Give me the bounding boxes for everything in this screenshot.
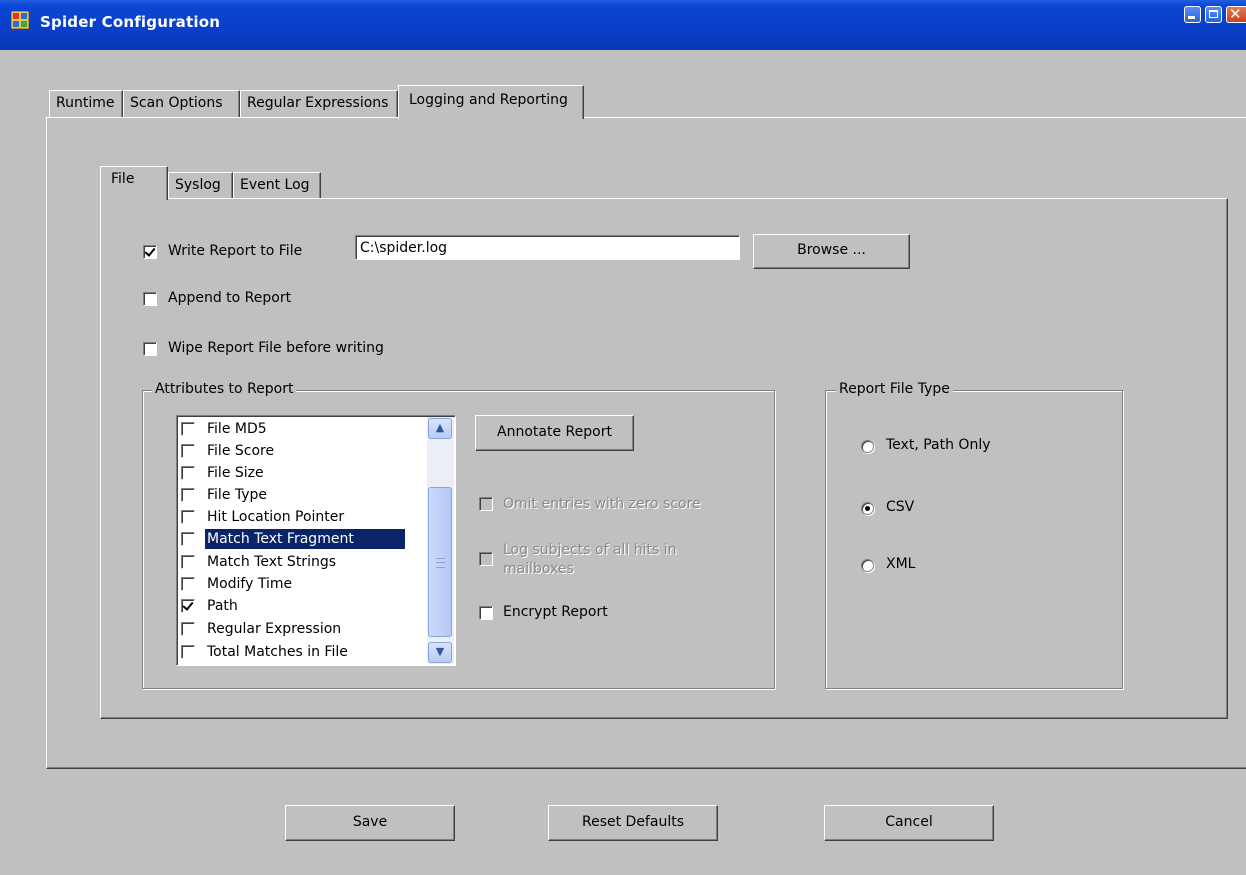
log-subjects-label-line1: Log subjects of all hits in — [503, 542, 677, 558]
list-item[interactable]: Path — [179, 595, 429, 617]
subtab-label: Event Log — [240, 177, 310, 193]
list-item-label: File Type — [207, 487, 268, 503]
list-item-selected[interactable]: Match Text Fragment — [179, 528, 429, 550]
radio-text-path-only-label: Text, Path Only — [886, 437, 991, 453]
list-item[interactable]: File Score — [179, 440, 429, 462]
app-icon — [11, 11, 29, 29]
list-item-checkbox[interactable] — [181, 466, 195, 480]
cancel-button[interactable]: Cancel — [824, 805, 994, 841]
annotate-report-button[interactable]: Annotate Report — [475, 415, 634, 451]
browse-button[interactable]: Browse ... — [753, 234, 910, 269]
list-item-checkbox[interactable] — [181, 555, 195, 569]
list-item-checkbox[interactable] — [181, 622, 195, 636]
subtab-file[interactable]: File — [100, 166, 168, 200]
reset-defaults-button[interactable]: Reset Defaults — [548, 805, 718, 841]
report-file-type-group — [825, 390, 1123, 689]
list-item-checkbox[interactable] — [181, 510, 195, 524]
list-item-label: Match Text Fragment — [205, 529, 405, 549]
radio-text-path-only[interactable] — [861, 440, 874, 453]
list-item-checkbox[interactable] — [181, 444, 195, 458]
append-report-checkbox[interactable] — [143, 292, 157, 306]
list-item[interactable]: Hit Location Pointer — [179, 506, 429, 528]
tab-label: Regular Expressions — [247, 95, 389, 111]
attributes-scrollbar[interactable]: ▲ ▼ — [427, 417, 454, 664]
log-subjects-label-line2: mailboxes — [503, 561, 574, 577]
radio-xml[interactable] — [861, 559, 874, 572]
report-file-type-title: Report File Type — [836, 381, 953, 397]
list-item-checkbox[interactable] — [181, 422, 195, 436]
radio-csv[interactable] — [861, 502, 874, 515]
tab-logging-and-reporting[interactable]: Logging and Reporting — [398, 85, 584, 119]
list-item[interactable]: File Type — [179, 484, 429, 506]
attributes-list[interactable]: File MD5 File Score File Size File Type … — [176, 415, 456, 666]
write-report-label: Write Report to File — [168, 243, 303, 259]
list-item-label: Hit Location Pointer — [207, 509, 345, 525]
list-item[interactable]: Modify Time — [179, 573, 429, 595]
save-button[interactable]: Save — [285, 805, 455, 841]
scroll-up-icon[interactable]: ▲ — [428, 418, 452, 439]
maximize-icon[interactable] — [1205, 6, 1222, 23]
omit-zero-score-label: Omit entries with zero score — [503, 496, 701, 512]
list-item-label: Path — [207, 598, 238, 614]
list-item-label: Total Matches in File — [207, 644, 348, 660]
scrollbar-thumb[interactable] — [428, 487, 452, 637]
subtab-event-log[interactable]: Event Log — [233, 172, 321, 198]
close-icon[interactable]: ✕ — [1226, 5, 1246, 23]
subtab-syslog[interactable]: Syslog — [168, 172, 233, 198]
list-item-label: Regular Expression — [207, 621, 342, 637]
list-item-checkbox[interactable] — [181, 577, 195, 591]
report-path-input[interactable] — [355, 235, 740, 260]
tab-label: Logging and Reporting — [409, 92, 568, 108]
list-item-label: Match Text Strings — [207, 554, 337, 570]
tab-runtime[interactable]: Runtime — [49, 90, 123, 117]
list-item-checkbox[interactable] — [181, 645, 195, 659]
minimize-icon[interactable] — [1184, 6, 1201, 23]
list-item[interactable]: Regular Expression — [179, 618, 429, 640]
scroll-down-icon[interactable]: ▼ — [428, 642, 452, 663]
tab-scan-options[interactable]: Scan Options — [123, 90, 240, 117]
list-item-label: File MD5 — [207, 421, 267, 437]
title-bar: Spider Configuration ✕ — [0, 0, 1246, 50]
grip-icon — [436, 558, 445, 568]
wipe-report-checkbox[interactable] — [143, 342, 157, 356]
radio-csv-label: CSV — [886, 499, 915, 515]
list-item[interactable]: File MD5 — [179, 418, 429, 440]
list-item-checkbox[interactable] — [181, 532, 195, 546]
tab-label: Runtime — [56, 95, 115, 111]
list-item-label: File Score — [207, 443, 275, 459]
subtab-label: File — [111, 171, 135, 187]
list-item[interactable]: Match Text Strings — [179, 551, 429, 573]
window-title: Spider Configuration — [40, 13, 221, 31]
tab-regular-expressions[interactable]: Regular Expressions — [240, 90, 398, 117]
wipe-report-label: Wipe Report File before writing — [168, 340, 384, 356]
list-item-checkbox[interactable] — [181, 488, 195, 502]
list-item[interactable]: Total Matches in File — [179, 641, 429, 663]
attributes-group-title: Attributes to Report — [152, 381, 297, 397]
write-report-checkbox[interactable] — [143, 245, 157, 259]
omit-zero-score-checkbox[interactable] — [479, 497, 493, 511]
log-subjects-checkbox[interactable] — [479, 552, 493, 566]
subtab-label: Syslog — [175, 177, 221, 193]
append-report-label: Append to Report — [168, 290, 292, 306]
list-item-label: File Size — [207, 465, 264, 481]
radio-xml-label: XML — [886, 556, 916, 572]
encrypt-report-label: Encrypt Report — [503, 604, 608, 620]
tab-label: Scan Options — [130, 95, 223, 111]
list-item[interactable]: File Size — [179, 462, 429, 484]
list-item-label: Modify Time — [207, 576, 293, 592]
list-item-checkbox[interactable] — [181, 599, 195, 613]
encrypt-report-checkbox[interactable] — [479, 606, 493, 620]
